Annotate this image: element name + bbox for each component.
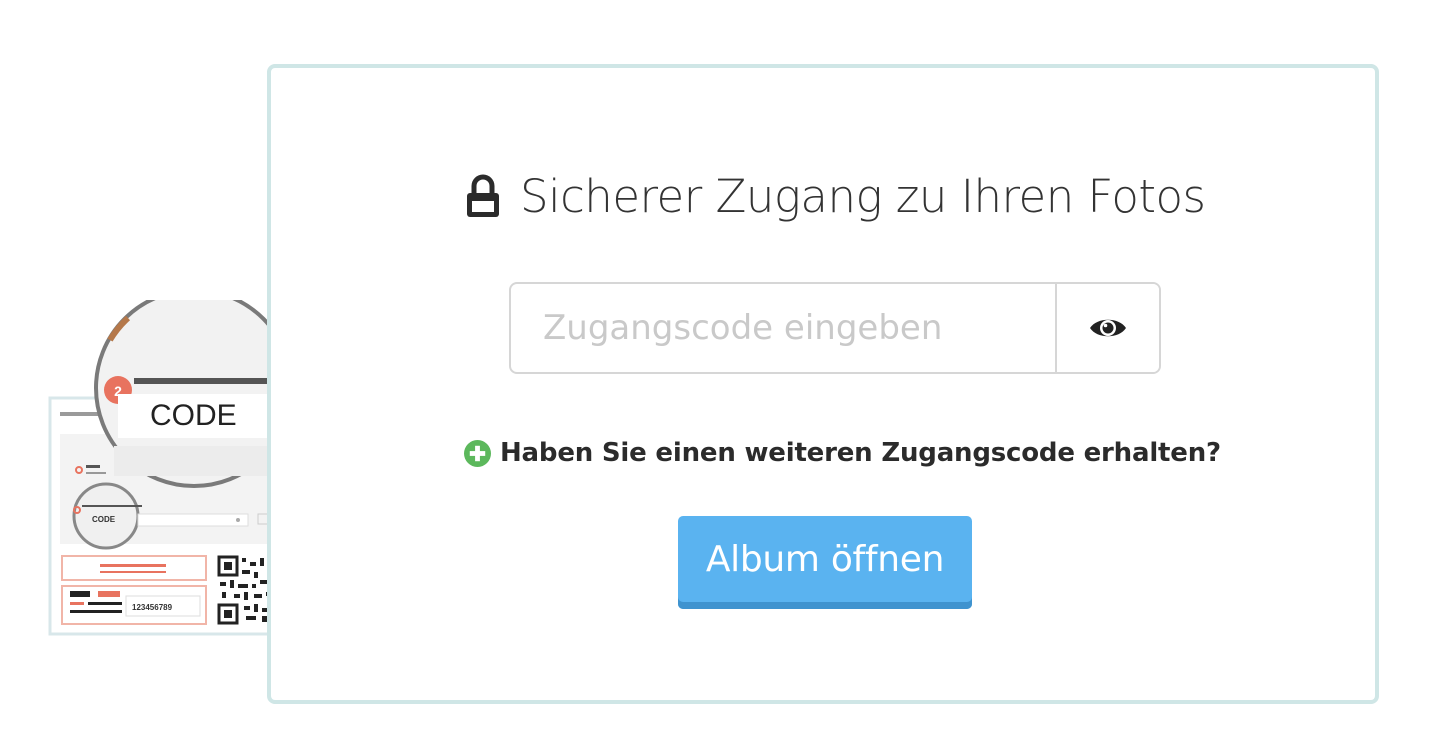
ticket-number: 123456789 xyxy=(132,603,173,612)
show-code-button[interactable] xyxy=(1055,284,1159,372)
page-title: Sicherer Zugang zu Ihren Fotos xyxy=(466,164,1206,228)
access-code-input[interactable] xyxy=(511,284,1055,372)
access-code-group xyxy=(509,282,1161,374)
lock-icon xyxy=(467,174,499,217)
small-code-label: CODE xyxy=(92,515,116,524)
add-another-code-label: Haben Sie einen weiteren Zugangscode erh… xyxy=(500,438,1221,468)
page: CODE 123456789 2 CODE Sicherer Zugang zu… xyxy=(0,0,1430,749)
magnifier-code-label: CODE xyxy=(150,399,237,432)
page-title-text: Sicherer Zugang zu Ihren Fotos xyxy=(520,169,1206,223)
open-album-button[interactable]: Album öffnen xyxy=(678,516,972,609)
eye-icon xyxy=(1090,319,1126,337)
add-another-code-link[interactable]: Haben Sie einen weiteren Zugangscode erh… xyxy=(464,438,1221,468)
plus-circle-icon xyxy=(464,439,491,467)
